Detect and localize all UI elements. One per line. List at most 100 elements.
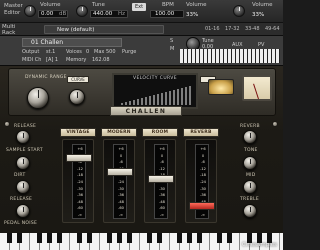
black-key[interactable] (117, 233, 122, 243)
max-value[interactable]: 500 (106, 49, 116, 55)
black-key[interactable] (57, 233, 62, 243)
volume-unit: dB (59, 11, 67, 17)
fader-scale-tick: -30 (200, 186, 206, 191)
aux-button[interactable]: AUX (232, 42, 243, 48)
mute-button[interactable]: M (170, 46, 174, 52)
fader-scale-tick: -48 (118, 199, 124, 204)
black-key[interactable] (217, 233, 222, 243)
black-key[interactable] (107, 233, 112, 243)
black-key[interactable] (187, 233, 192, 243)
instrument-panel: DYNAMIC RANGE CURVE VELOCITY CURVE CHALL… (0, 66, 283, 233)
curve-toggle[interactable]: CURVE (67, 76, 89, 83)
channel-strip-modern: MODERN +60-6-12-18-24-30-36-48-60-∞ (101, 128, 137, 224)
fader-scale-tick: -24 (77, 180, 83, 184)
bpm-display[interactable]: 100.00 (150, 10, 184, 18)
black-key[interactable] (37, 233, 42, 243)
range-tab-2[interactable]: 17-32 (225, 26, 240, 32)
voices-label: Voices (66, 49, 82, 55)
velocity-curve-graph (121, 86, 191, 105)
output-label: Output (22, 49, 40, 55)
range-tab-1[interactable]: 01-16 (205, 26, 220, 32)
left-control-label-1: RELEASE (14, 124, 37, 129)
black-key[interactable] (7, 233, 12, 243)
dirt-knob[interactable] (16, 180, 30, 194)
instrument-header: 01 Challen Output st.1 Voices 0 Max 500 … (0, 36, 283, 66)
fader-scale-tick: -60 (159, 206, 165, 211)
left-control-label-3: DIRT (14, 173, 26, 178)
velocity-curve-display[interactable]: VELOCITY CURVE (112, 73, 198, 109)
black-key[interactable] (87, 233, 92, 243)
treble-knob[interactable] (243, 204, 257, 218)
fader-scale-tick: -30 (159, 186, 165, 191)
fader-vintage[interactable] (66, 154, 92, 163)
fader-scale-tick: -6 (201, 160, 205, 165)
reverb-knob[interactable] (243, 130, 257, 144)
black-key[interactable] (157, 233, 162, 243)
black-key[interactable] (147, 233, 152, 243)
midi-label: MIDI Ch (22, 57, 42, 63)
fader-scale-tick: -∞ (118, 213, 124, 217)
transport-bar: Master Editor Volume 0.00 dB Tune 440.00… (0, 0, 283, 23)
pv-button[interactable]: PV (258, 42, 264, 48)
release-knob-2[interactable] (16, 204, 30, 218)
left-control-label-2: SAMPLE START (6, 148, 43, 153)
instrument-name: 01 Challen (31, 39, 64, 46)
fader-reverb[interactable] (189, 201, 215, 210)
fader-scale-tick: +6 (118, 147, 124, 151)
fader-scale-tick: -30 (118, 186, 124, 191)
black-key[interactable] (197, 233, 202, 243)
channel-strip-vintage: VINTAGE +60-6-12-18-24-30-36-48-60-∞ (60, 128, 96, 224)
tube-lamp (208, 79, 234, 95)
fader-scale-tick: -60 (118, 206, 124, 211)
memory-value: 162.08 (92, 57, 110, 63)
velocity-curve-label: VELOCITY CURVE (132, 76, 178, 81)
solo-button[interactable]: S (170, 38, 173, 44)
fader-scale-tick: +6 (159, 147, 165, 151)
tune-knob[interactable] (76, 5, 88, 17)
preset-selector[interactable]: New (default) (44, 25, 164, 34)
tune-display[interactable]: 440.00 Hz (90, 10, 128, 18)
black-key[interactable] (267, 233, 272, 243)
release-knob[interactable] (16, 130, 30, 144)
fader-room[interactable] (148, 174, 174, 183)
screw (4, 121, 10, 127)
volume-label: Volume (40, 2, 61, 8)
fader-scale-tick: -60 (77, 206, 83, 211)
sample-start-knob[interactable] (16, 156, 30, 170)
black-key[interactable] (77, 233, 82, 243)
black-key[interactable] (177, 233, 182, 243)
black-key[interactable] (17, 233, 22, 243)
instrument-name-field[interactable]: 01 Challen (22, 38, 122, 47)
master-volume-label: Volume (186, 2, 207, 8)
keyboard[interactable] (0, 233, 283, 250)
output-value[interactable]: st.1 (46, 49, 55, 55)
dynamic-range-knob[interactable] (27, 87, 49, 109)
purge-label[interactable]: Purge (122, 49, 136, 55)
channel-label-modern: MODERN (101, 128, 137, 137)
black-key[interactable] (257, 233, 262, 243)
fader-scale-tick: -12 (77, 166, 83, 171)
voices-value: 0 (86, 49, 90, 55)
master-volume-label-2: Volume (252, 2, 273, 8)
multi-rack-bar: Multi Rack New (default) 01-16 17-32 33-… (0, 23, 283, 36)
fader-scale-tick: -36 (159, 193, 165, 198)
black-key[interactable] (47, 233, 52, 243)
volume-knob[interactable] (24, 5, 36, 17)
volume-display[interactable]: 0.00 dB (38, 10, 68, 18)
vu-needle (253, 83, 259, 100)
range-tab-4[interactable]: 49-64 (265, 26, 280, 32)
range-tab-3[interactable]: 33-48 (245, 26, 260, 32)
curve-knob[interactable] (69, 89, 85, 105)
screw (272, 121, 278, 127)
midi-value[interactable]: [A] 1 (46, 57, 58, 63)
fader-modern[interactable] (107, 167, 133, 176)
ext-button[interactable]: Ext (132, 3, 146, 11)
black-key[interactable] (227, 233, 232, 243)
tone-knob[interactable] (243, 156, 257, 170)
fader-scale-tick: +6 (77, 147, 83, 151)
black-key[interactable] (247, 233, 252, 243)
fader-housing: +60-6-12-18-24-30-36-48-60-∞ (62, 139, 94, 223)
black-key[interactable] (127, 233, 132, 243)
master-volume-knob[interactable] (233, 5, 245, 17)
mid-knob[interactable] (243, 180, 257, 194)
